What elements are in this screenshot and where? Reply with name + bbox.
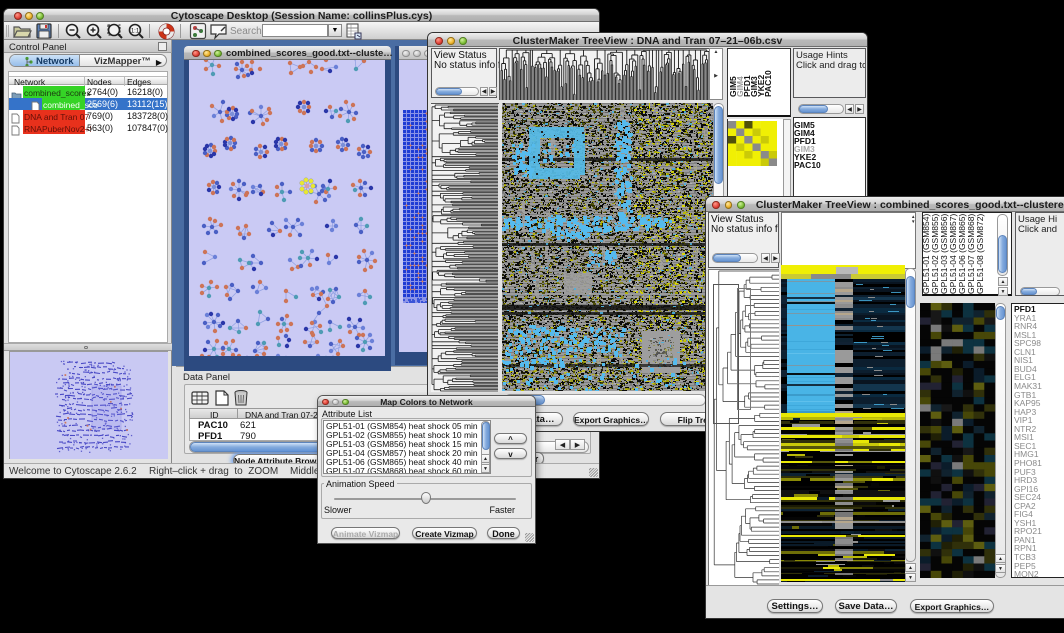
svg-text:1:1: 1:1 — [131, 29, 140, 35]
